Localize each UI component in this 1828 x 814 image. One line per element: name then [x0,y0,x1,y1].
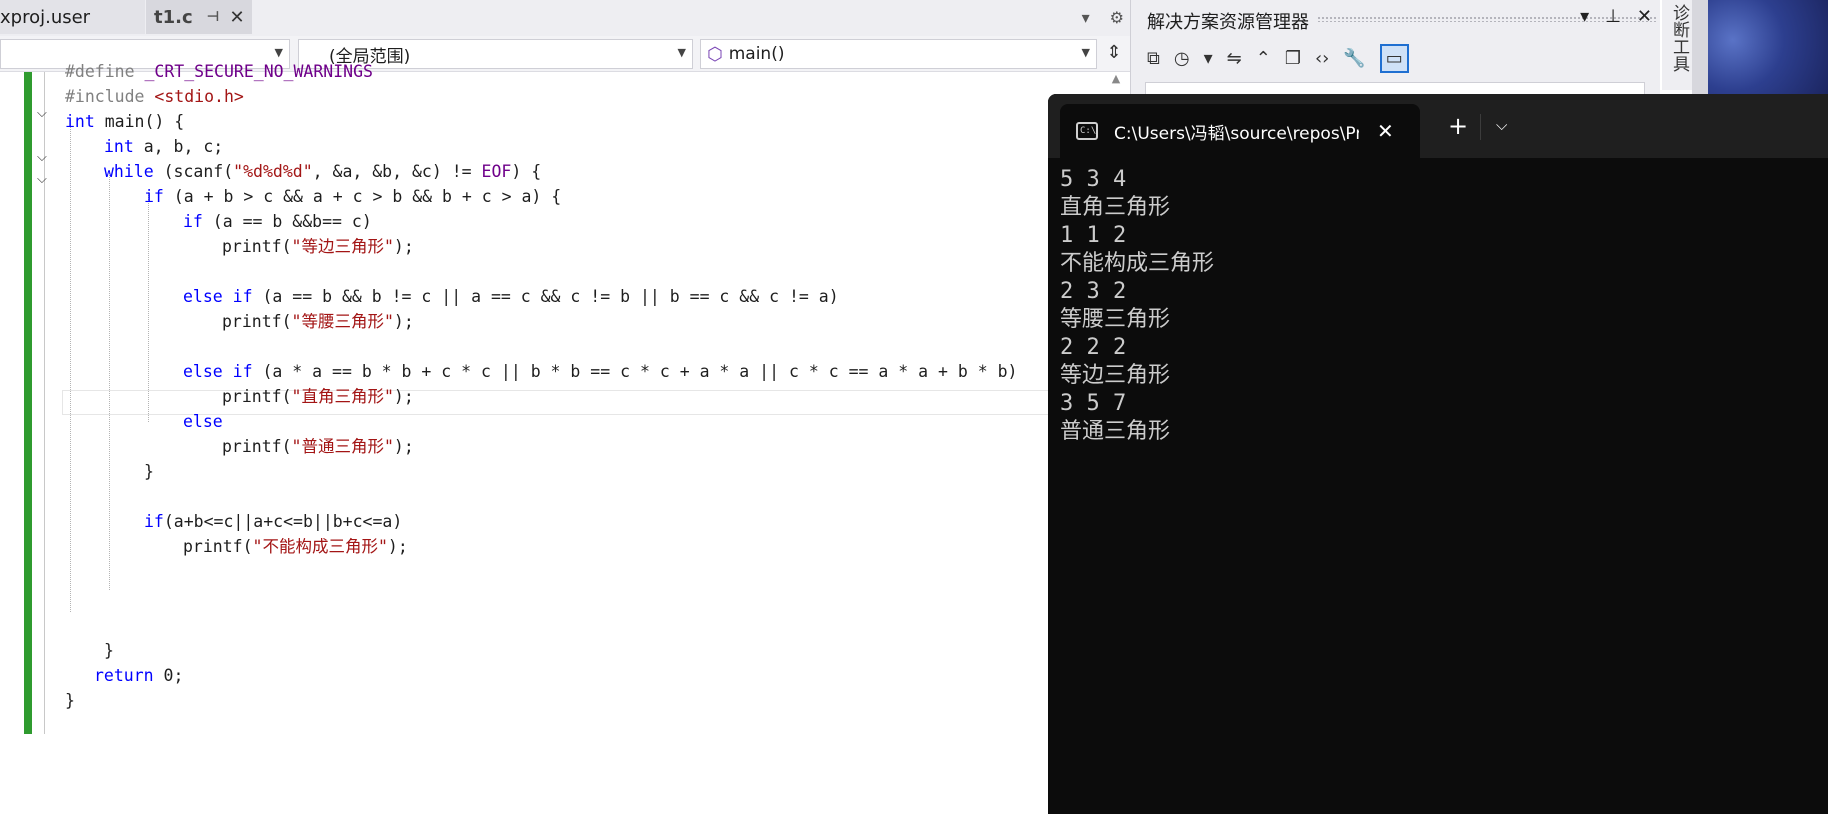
chevron-down-icon: ▼ [677,46,686,59]
indent-guide [70,126,71,612]
tab-strip-tools: ▾ ⚙ [1082,8,1124,27]
close-icon[interactable]: ✕ [1377,119,1394,143]
code-line: } [144,462,154,481]
function-dropdown-value: main() [728,44,785,64]
terminal-output[interactable]: 5 3 4 直角三角形 1 1 2 不能构成三角形 2 3 2 等腰三角形 2 … [1060,166,1214,446]
chevron-down-icon[interactable]: ▾ [1204,48,1213,69]
code-editor[interactable]: ⌵ ⌵ ⌵ #define _CRT_SECURE_NO_WARNINGS #i… [0,62,1130,814]
sync-icon[interactable]: ⇋ [1227,48,1242,69]
code-icon[interactable]: ‹› [1315,48,1329,69]
tab-label: xproj.user [0,6,91,28]
code-line: printf("不能构成三角形"); [183,537,408,556]
copy-icon[interactable]: ❐ [1285,48,1301,69]
history-icon[interactable]: ◷ [1174,48,1190,69]
collapse-all-icon[interactable]: ⌃ [1256,48,1271,69]
solution-explorer-toolbar: ⧉ ◷ ▾ ⇋ ⌃ ❐ ‹› 🔧 ▭ [1147,38,1409,78]
terminal-tab-bar: C:\ C:\Users\冯韬\source\repos\Pr ✕ + ⌵ [1048,94,1828,158]
chevron-down-icon: ▼ [1081,46,1090,59]
code-line: int a, b, c; [104,137,224,156]
panel-controls: ▾ ⊥ ✕ [1580,6,1652,27]
plus-icon[interactable]: + [1448,112,1468,140]
chevron-down-icon[interactable]: ▾ [1082,8,1090,27]
code-line: } [104,641,114,660]
cube-icon: ⬡ [707,43,723,65]
code-line: if(a+b<=c||a+c<=b||b+c<=a) [144,512,403,531]
fold-chevron-icon[interactable]: ⌵ [37,172,47,187]
code-line: else [183,412,223,431]
switch-views-icon[interactable]: ⧉ [1147,48,1160,69]
code-line: if (a == b &&b== c) [183,212,372,231]
solution-explorer-panel: 解决方案资源管理器 ▾ ⊥ ✕ ⧉ ◷ ▾ ⇋ ⌃ ❐ ‹› 🔧 ▭ [1130,0,1660,104]
code-line: printf("等腰三角形"); [222,312,414,331]
chevron-down-icon[interactable]: ⌵ [1496,116,1507,134]
diagnostic-tools-tab[interactable]: 诊断工具 [1662,0,1692,90]
divider [1480,114,1481,140]
preview-icon[interactable]: ▭ [1379,43,1409,73]
console-icon: C:\ [1076,122,1098,140]
close-icon[interactable]: ✕ [1637,6,1652,27]
tab-xproj-user[interactable]: xproj.user [0,0,145,34]
scroll-up-arrow-icon[interactable]: ▲ [1105,72,1127,92]
fold-chevron-icon[interactable]: ⌵ [37,106,47,121]
fold-chevron-icon[interactable]: ⌵ [37,150,47,165]
code-line: while (scanf("%d%d%d", &a, &b, &c) != EO… [104,162,542,181]
close-icon[interactable]: ✕ [229,7,244,28]
chevron-down-icon: ▼ [274,46,283,59]
indent-guide [109,170,110,590]
split-editor-icon[interactable]: ⇕ [1103,42,1125,66]
terminal-tab[interactable]: C:\ C:\Users\冯韬\source\repos\Pr ✕ [1060,104,1420,158]
wrench-icon[interactable]: 🔧 [1343,48,1365,69]
pin-icon[interactable]: ⊥ [1605,6,1621,27]
change-tracking-bar [24,72,32,734]
code-line: else if (a == b && b != c || a == c && c… [183,287,839,306]
code-line: return 0; [94,666,184,685]
code-line: if (a + b > c && a + c > b && b + c > a)… [144,187,562,206]
tab-t1-c[interactable]: t1.c ⊣ ✕ [146,0,252,34]
code-line: } [65,691,75,710]
editor-tab-strip: xproj.user t1.c ⊣ ✕ ▾ ⚙ [0,0,1130,36]
terminal-tab-title: C:\Users\冯韬\source\repos\Pr [1114,123,1359,144]
code-line: int main() { [65,112,185,131]
tab-label: t1.c [154,6,193,28]
code-line: printf("普通三角形"); [222,437,414,456]
indent-guide [148,192,149,422]
window-edge [1692,0,1708,100]
code-line: #include <stdio.h> [65,87,244,106]
desktop-background [1692,0,1828,100]
terminal-window[interactable]: C:\ C:\Users\冯韬\source\repos\Pr ✕ + ⌵ 5 … [1048,94,1828,814]
code-line: #define _CRT_SECURE_NO_WARNINGS [65,62,373,81]
solution-explorer-title: 解决方案资源管理器 [1147,12,1309,33]
gear-icon[interactable]: ⚙ [1110,8,1124,27]
pin-icon[interactable]: ⊣ [207,9,220,25]
function-dropdown[interactable]: ⬡ main() ▼ [700,39,1097,69]
code-line: printf("等边三角形"); [222,237,414,256]
chevron-down-icon[interactable]: ▾ [1580,6,1589,27]
code-line: else if (a * a == b * b + c * c || b * b… [183,362,1018,381]
code-line: printf("直角三角形"); [222,387,414,406]
